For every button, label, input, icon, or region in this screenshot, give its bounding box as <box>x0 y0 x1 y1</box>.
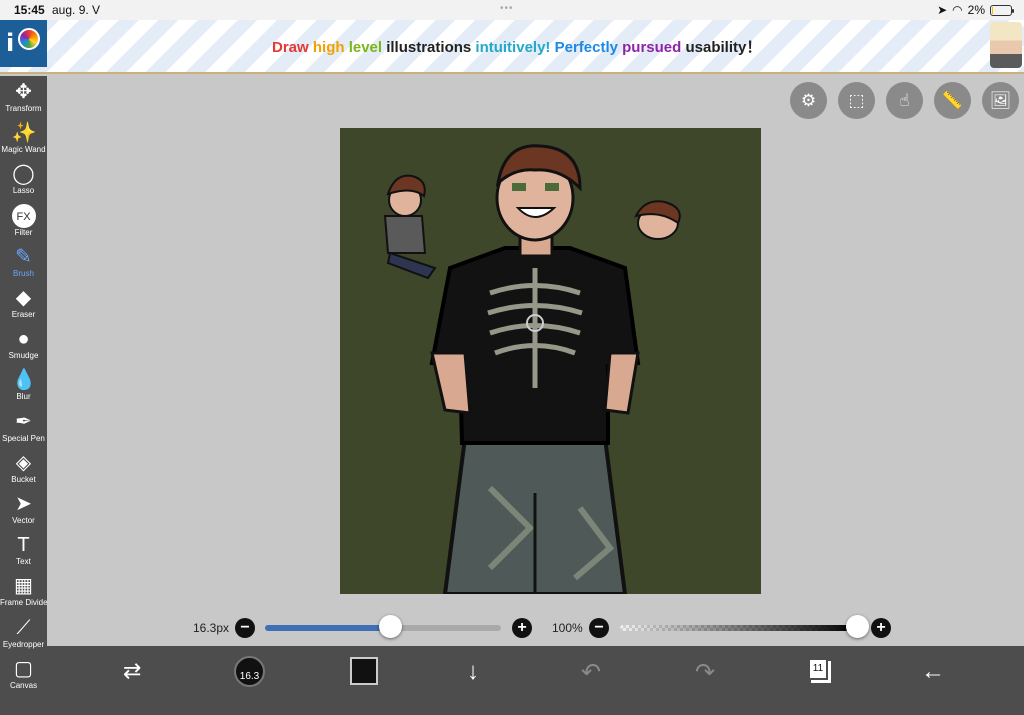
tool-label: Special Pen <box>2 433 45 443</box>
battery-percent: 2% <box>967 3 985 17</box>
swap-brush-eraser-icon[interactable]: ⇄ <box>123 658 141 684</box>
eyedropper-icon: ⟋ <box>16 616 31 639</box>
eraser-icon: ◆ <box>15 287 32 309</box>
drawing-canvas[interactable] <box>340 128 761 594</box>
tool-canvas[interactable]: ▢ Canvas <box>0 657 47 690</box>
tool-label: Magic Wand <box>1 145 46 155</box>
tool-label: Canvas <box>9 680 38 690</box>
vector-cursor-icon: ➤ <box>15 493 32 515</box>
opacity-plus-button[interactable]: + <box>871 618 891 638</box>
tool-label: Text <box>16 557 31 567</box>
tool-filter[interactable]: FX Filter <box>0 203 47 237</box>
toggle-icon[interactable]: ⚙ <box>790 82 827 119</box>
smudge-icon: ● <box>17 328 30 351</box>
tool-label: Eraser <box>11 310 36 319</box>
ad-tagline: Draw high level illustrations intuitivel… <box>272 36 761 57</box>
tool-special-pen[interactable]: ✒ Special Pen <box>0 410 47 443</box>
move-arrows-icon: ✥ <box>15 81 32 103</box>
tagline-word: usability <box>685 39 747 56</box>
brush-icon: ✎ <box>15 245 32 268</box>
brush-opacity-value: 100% <box>552 621 583 635</box>
tool-label: Transform <box>5 104 42 113</box>
brush-size-minus-button[interactable]: − <box>235 618 255 638</box>
brush-size-slider-fill <box>265 625 390 631</box>
layers-button[interactable]: 11 <box>808 658 828 680</box>
canvas-icon: ▢ <box>14 657 33 680</box>
image-material-icon[interactable]: 🖼 <box>982 82 1019 119</box>
tool-magic-wand[interactable]: ✨ Magic Wand <box>0 121 47 154</box>
magic-wand-icon: ✨ <box>11 122 37 145</box>
ad-banner[interactable]: i Draw high level illustrations intuitiv… <box>0 20 1024 74</box>
tool-label: Lasso <box>12 186 35 196</box>
tool-label: Eyedropper <box>2 639 45 649</box>
brush-size-slider-knob[interactable] <box>379 615 402 638</box>
wifi-icon: ◠ <box>952 3 963 17</box>
status-date: aug. 9. V <box>52 3 101 17</box>
fx-filter-icon: FX <box>11 203 36 228</box>
tool-eraser[interactable]: ◆ Eraser <box>0 286 47 319</box>
tool-lasso[interactable]: ◯ Lasso <box>0 162 47 195</box>
tagline-word: pursued <box>622 39 686 56</box>
status-time: 15:45 <box>14 3 45 17</box>
tool-bucket[interactable]: ◈ Bucket <box>0 451 47 484</box>
blur-drop-icon: 💧 <box>11 369 37 392</box>
tagline-word: Draw <box>272 39 313 56</box>
opacity-slider[interactable] <box>620 625 857 631</box>
lasso-icon: ◯ <box>12 163 35 186</box>
tool-label: Blur <box>16 392 31 402</box>
multitasking-dots-icon[interactable]: ••• <box>500 3 514 14</box>
tool-label: Filter <box>14 227 33 237</box>
tool-label: Vector <box>12 516 35 525</box>
tool-text[interactable]: T Text <box>0 533 47 566</box>
tool-brush[interactable]: ✎ Brush <box>0 245 47 278</box>
tagline-word: illustrations <box>386 39 476 56</box>
tagline-word: Perfectly <box>554 39 623 56</box>
tagline-word: level <box>348 39 387 56</box>
battery-icon <box>990 4 1014 16</box>
ad-character-image <box>990 22 1022 68</box>
tagline-word: intuitively! <box>475 39 555 56</box>
tool-label: Frame Divider <box>0 598 51 608</box>
hand-touch-icon[interactable]: ☝ <box>886 82 923 119</box>
undo-icon[interactable]: ↶ <box>581 658 601 687</box>
brush-size-badge[interactable]: 16.3 <box>234 656 265 687</box>
bucket-icon: ◈ <box>15 451 32 474</box>
color-wheel-icon <box>18 28 40 50</box>
tagline-word: high <box>312 39 349 56</box>
redo-icon[interactable]: ↷ <box>695 658 715 687</box>
special-pen-icon: ✒ <box>15 410 32 433</box>
brush-size-value: 16.3px <box>193 621 230 635</box>
primary-color-swatch[interactable] <box>350 657 378 685</box>
tagline-word: ！ <box>746 39 762 56</box>
tool-frame-divider[interactable]: ▦ Frame Divider <box>0 574 51 608</box>
bottom-bar: ⇄ 16.3 ↓ ↶ ↷ 11 ← <box>47 646 1024 715</box>
download-arrow-icon[interactable]: ↓ <box>467 658 479 686</box>
brush-size-plus-button[interactable]: + <box>512 618 532 638</box>
text-icon: T <box>17 534 30 557</box>
tool-eyedropper[interactable]: ⟋ Eyedropper <box>0 616 47 649</box>
opacity-slider-knob[interactable] <box>846 615 869 638</box>
tool-smudge[interactable]: ● Smudge <box>0 327 47 360</box>
ruler-icon[interactable]: 📏 <box>934 82 971 119</box>
tool-transform[interactable]: ✥ Transform <box>0 80 47 113</box>
tool-label: Brush <box>13 268 34 278</box>
frame-divider-icon: ▦ <box>14 575 33 598</box>
tool-label: Smudge <box>8 351 39 361</box>
status-right: ➤ ◠ 2% <box>937 3 1014 17</box>
back-arrow-icon[interactable]: ← <box>921 658 945 686</box>
ibis-paint-logo: i <box>0 20 47 67</box>
selection-icon[interactable]: ⬚ <box>838 82 875 119</box>
artwork-illustration <box>383 144 681 594</box>
location-icon: ➤ <box>937 3 948 17</box>
tool-label: Bucket <box>11 474 36 484</box>
tool-blur[interactable]: 💧 Blur <box>0 368 47 401</box>
opacity-minus-button[interactable]: − <box>589 618 609 638</box>
tool-sidebar: ✥ Transform ✨ Magic Wand ◯ Lasso FX Filter ✎ Brus… <box>0 76 51 715</box>
tool-vector[interactable]: ➤ Vector <box>0 492 47 525</box>
status-bar: 15:45 aug. 9. V ••• ➤ ◠ 2% <box>0 0 1024 20</box>
